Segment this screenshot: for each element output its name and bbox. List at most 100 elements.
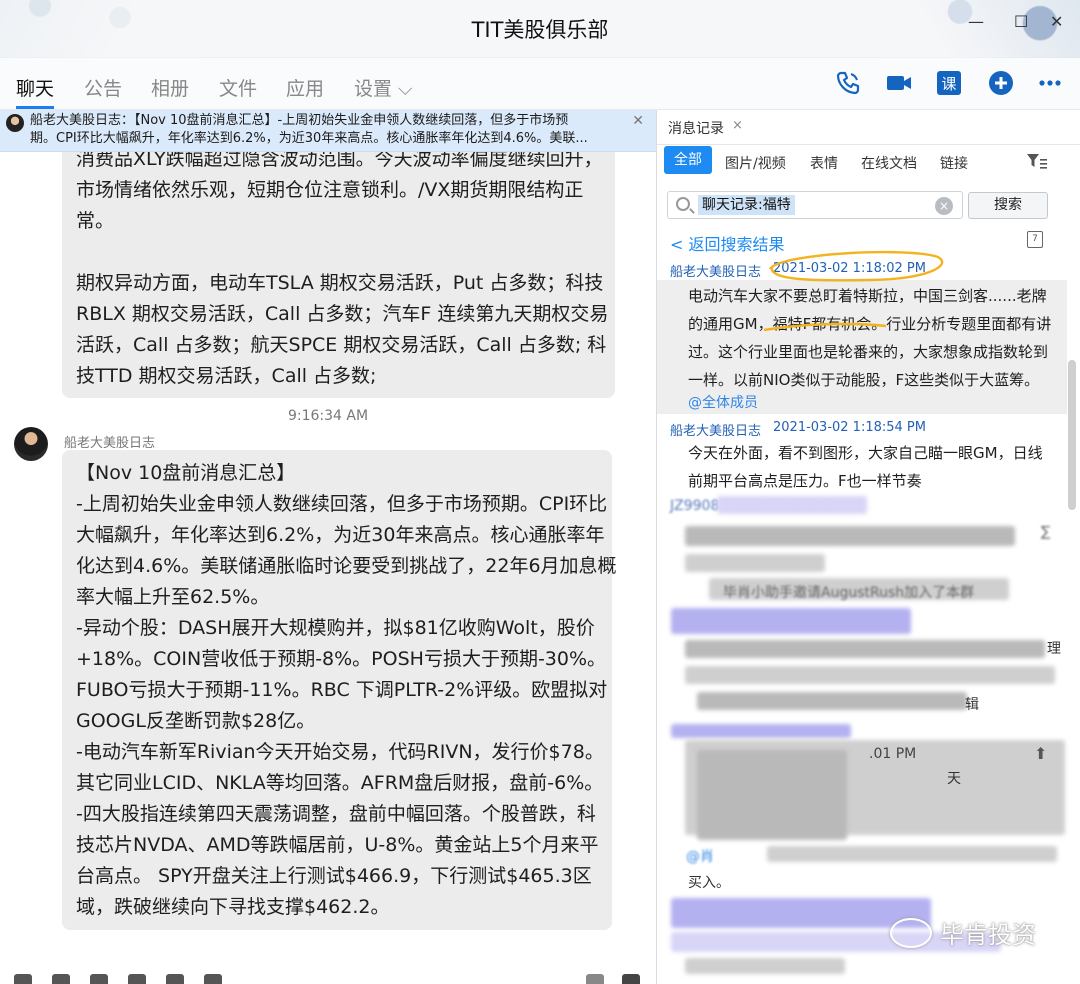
panel-tab-history[interactable]: 消息记录	[668, 118, 724, 138]
clear-icon[interactable]: ×	[935, 197, 953, 215]
notice-line: 期。CPI环比大幅飙升，年化率达到6.2%，为近30年来高点。核心通胀率年化达到…	[30, 131, 588, 146]
active-tab-indicator	[16, 106, 54, 109]
filter-icon[interactable]	[1026, 152, 1048, 174]
message-line: -上周初始失业金申领人数继续回落，但多于市场预期。CPI环比	[76, 493, 608, 515]
message-line: 市场情绪依然乐观，短期仓位注意锁利。/VX期货期限结构正	[76, 179, 584, 201]
close-icon[interactable]: ✕	[632, 112, 644, 130]
message-line: 期权异动方面，电动车TSLA 期权交易活跃，Put 占多数；科技	[76, 272, 604, 294]
message-line: -电动汽车新军Rivian今天开始交易，代码RIVN，发行价$78。	[76, 741, 604, 763]
svg-text:课: 课	[941, 75, 956, 93]
message-line: 技TTD 期权交易活跃，Call 占多数;	[76, 365, 377, 387]
message-line: RBLX 期权交易活跃，Call 占多数；汽车F 连续第九天期权交易	[76, 303, 609, 325]
tab-announcement[interactable]: 公告	[84, 74, 122, 101]
message-timestamp: 9:16:34 AM	[287, 408, 369, 424]
filter-tab-stickers[interactable]: 表情	[810, 153, 838, 173]
message-line: FUBO亏损大于预期-11%。RBC 下调PLTR-2%评级。欧盟拟对	[76, 679, 608, 701]
partial-text: .01 PM	[869, 746, 917, 762]
tab-album[interactable]: 相册	[151, 74, 189, 101]
tab-files[interactable]: 文件	[219, 74, 257, 101]
sender-name[interactable]: 船老大美股日志	[64, 432, 155, 451]
message-line: 率大幅上升至62.5%。	[76, 586, 270, 608]
partial-text: ∑	[1041, 524, 1051, 540]
lesson-icon[interactable]: 课	[934, 68, 964, 98]
mention-all[interactable]: @全体成员	[688, 392, 758, 412]
video-call-icon[interactable]	[884, 68, 914, 98]
tab-chat[interactable]: 聊天	[16, 74, 54, 101]
calendar-icon[interactable]: 7	[1027, 231, 1043, 248]
pixelated-block	[685, 554, 825, 572]
message-bubble: 消费品XLY跌幅超过隐含波动范围。今天波动率偏度继续回升， 市场情绪依然乐观，短…	[62, 130, 615, 398]
pixelated-block	[685, 958, 845, 974]
search-query[interactable]: 聊天记录:福特	[698, 195, 795, 215]
gif-icon[interactable]	[52, 974, 70, 984]
panel-tab-divider	[657, 144, 1080, 145]
minimize-button[interactable]: —	[968, 12, 984, 31]
result-line: 电动汽车大家不要总盯着特斯拉，中国三剑客......老牌	[688, 287, 1047, 305]
message-line: -异动个股：DASH展开大规模购并，拟$81亿收购Wolt，股价	[76, 617, 595, 639]
result-sender[interactable]: 船老大美股日志	[670, 420, 761, 439]
pixelated-block	[697, 692, 967, 710]
message-line: 化达到4.6%。美联储通胀临时论要受到挑战了，22年6月加息概	[76, 555, 617, 577]
avatar	[6, 114, 24, 132]
result-sender[interactable]: 船老大美股日志	[670, 261, 761, 280]
wechat-logo-icon	[890, 917, 932, 948]
result-line: 一样。以前NIO类似于动能股，F这些类似于大蓝筹。	[688, 371, 1040, 389]
message-history-panel: 消息记录 × 全部 图片/视频 表情 在线文档 链接 聊天记录:福特 × 搜索 …	[657, 110, 1080, 984]
pixelated-block	[685, 640, 1045, 658]
search-button[interactable]: 搜索	[968, 192, 1048, 219]
back-to-results-link[interactable]: < 返回搜索结果	[670, 231, 785, 255]
filter-tab-media[interactable]: 图片/视频	[725, 153, 786, 173]
filter-tab-links[interactable]: 链接	[940, 153, 968, 173]
history-icon[interactable]	[622, 974, 640, 984]
location-icon[interactable]	[204, 974, 222, 984]
partial-text: 买入。	[688, 875, 730, 891]
result-line: 的通用GM，福特F都有机会。行业分析专题里面都有讲	[688, 315, 1052, 333]
chat-area[interactable]: 消费品XLY跌幅超过隐含波动范围。今天波动率偏度继续回升， 市场情绪依然乐观，短…	[0, 110, 656, 984]
tab-settings[interactable]: 设置 ⌵	[354, 74, 412, 101]
close-button[interactable]: ✕	[1050, 12, 1063, 31]
input-toolbar	[0, 972, 656, 984]
close-icon[interactable]: ×	[732, 118, 743, 133]
avatar[interactable]	[14, 427, 48, 461]
result-timestamp: 2021-03-02 1:18:54 PM	[773, 420, 926, 435]
result-message: 电动汽车大家不要总盯着特斯拉，中国三剑客......老牌 的通用GM，福特F都有…	[688, 282, 1068, 394]
folder-icon[interactable]	[128, 974, 146, 984]
expand-icon[interactable]	[586, 974, 604, 984]
pixelated-block	[671, 724, 851, 738]
pinned-notice[interactable]: 船老大美股日志：【Nov 10盘前消息汇总】-上周初始失业金申领人数继续回落，但…	[0, 110, 656, 152]
notice-line: 船老大美股日志：【Nov 10盘前消息汇总】-上周初始失业金申领人数继续回落，但…	[30, 113, 569, 128]
result-timestamp: 2021-03-02 1:18:02 PM	[773, 261, 926, 276]
filter-tab-all[interactable]: 全部	[664, 146, 712, 174]
message-line: 【Nov 10盘前消息汇总】	[76, 462, 296, 484]
watermark-text: 毕肯投资	[940, 921, 1036, 949]
emoji-icon[interactable]	[14, 974, 32, 984]
pixelated-block	[685, 666, 1055, 684]
message-line: 大幅飙升，年化率达到6.2%，为近30年来高点。核心通胀率年	[76, 524, 605, 546]
message-line: 技芯片NVDA、AMD等跌幅居前，U-8%。黄金站上5个月来平	[76, 834, 599, 856]
result-line: 前期平台高点是压力。F也一样节奏	[688, 472, 922, 490]
message-line: 域，跌破继续向下寻找支撑$462.2。	[76, 896, 390, 918]
maximize-button[interactable]: ☐	[1014, 12, 1028, 31]
filter-tab-docs[interactable]: 在线文档	[861, 153, 917, 173]
add-icon[interactable]	[986, 68, 1016, 98]
tab-apps[interactable]: 应用	[286, 74, 324, 101]
message-line: 其它同业LCID、NKLA等均回落。AFRM盘后财报，盘前-6%。	[76, 772, 604, 794]
phone-icon[interactable]	[833, 68, 863, 98]
search-input[interactable]: 聊天记录:福特 ×	[667, 191, 963, 219]
message-bubble: 【Nov 10盘前消息汇总】 -上周初始失业金申领人数继续回落，但多于市场预期。…	[62, 450, 617, 930]
pixelated-block	[697, 750, 847, 840]
pin-icon[interactable]: ⬆	[1034, 744, 1047, 763]
partial-text: 辑	[965, 697, 979, 713]
nav-bar: 聊天 公告 相册 文件 应用 设置 ⌵ 课	[0, 58, 1080, 110]
pixelated-block	[685, 526, 1015, 546]
more-icon[interactable]	[1035, 68, 1065, 98]
system-notice-text: 毕肖小助手邀请AugustRush加入了本群	[723, 585, 975, 601]
pixelated-block	[717, 496, 867, 514]
scissors-icon[interactable]	[90, 974, 108, 984]
partial-text: @肖	[686, 849, 714, 865]
scrollbar[interactable]	[1068, 360, 1076, 510]
message-line: 活跃，Call 占多数；航天SPCE 期权交易活跃，Call 占多数; 科	[76, 334, 607, 356]
watermark: 毕肯投资	[890, 915, 1036, 950]
image-icon[interactable]	[166, 974, 184, 984]
result-message: 今天在外面，看不到图形，大家自己瞄一眼GM，日线 前期平台高点是压力。F也一样节…	[688, 439, 1068, 495]
